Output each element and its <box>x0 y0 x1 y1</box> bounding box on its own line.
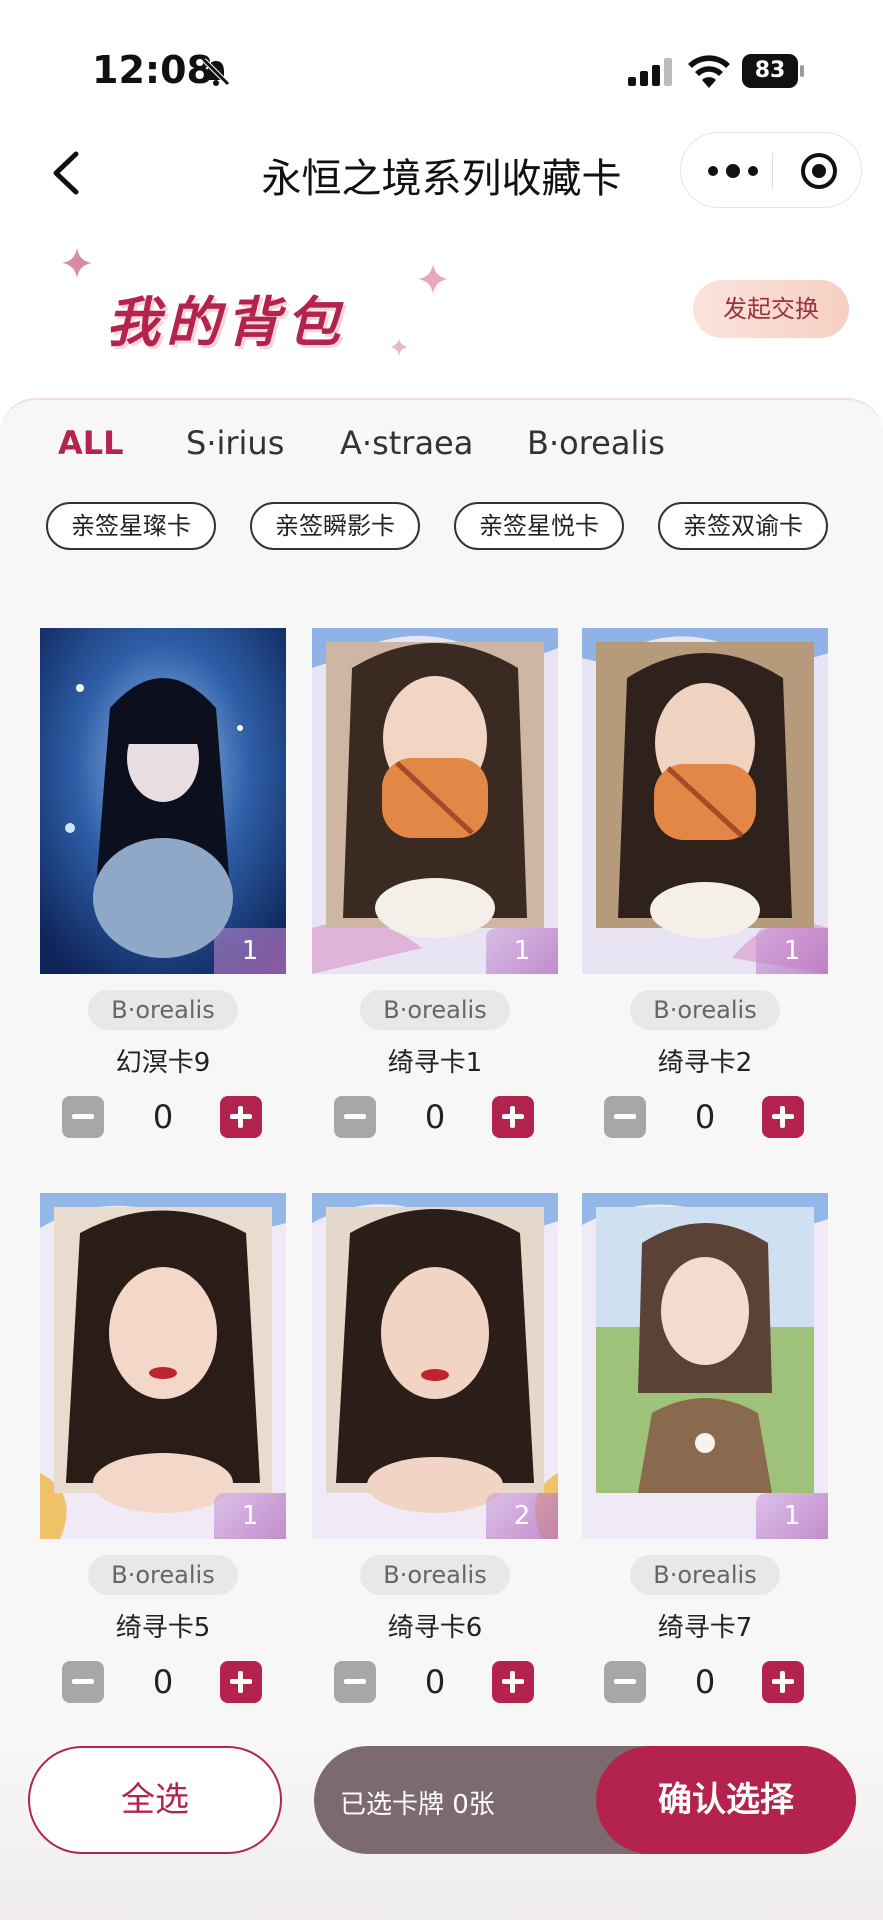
series-tag: B·orealis <box>360 990 510 1030</box>
card-name: 绮寻卡6 <box>387 1613 483 1643</box>
close-miniprogram-icon[interactable] <box>799 151 839 191</box>
card-name: 幻溟卡9 <box>115 1048 211 1078</box>
selected-quantity: 0 <box>152 1098 174 1136</box>
increase-button[interactable] <box>762 1661 804 1703</box>
confirm-selection-button[interactable]: 确认选择 <box>596 1746 856 1854</box>
sparkle-icon <box>62 248 92 278</box>
series-tag: B·orealis <box>88 1555 238 1595</box>
selected-quantity: 0 <box>152 1663 174 1701</box>
filter-chip[interactable]: 亲签瞬影卡 <box>250 502 420 550</box>
increase-button[interactable] <box>762 1096 804 1138</box>
card-name: 绮寻卡5 <box>115 1613 211 1643</box>
mini-program-capsule <box>680 132 862 208</box>
card-image: 1 <box>582 1193 828 1539</box>
card-image: 1 <box>312 628 558 974</box>
battery-icon: 83 <box>742 54 804 88</box>
series-tag: B·orealis <box>630 1555 780 1595</box>
more-options-icon[interactable] <box>705 159 761 183</box>
backpack-title: 我的背包 <box>106 291 346 354</box>
cellular-signal-icon <box>628 58 672 86</box>
sparkle-icon <box>418 264 448 294</box>
increase-button[interactable] <box>492 1661 534 1703</box>
decrease-button[interactable] <box>62 1661 104 1703</box>
increase-button[interactable] <box>492 1096 534 1138</box>
owned-count-badge: 2 <box>486 1493 558 1539</box>
select-all-button[interactable]: 全选 <box>28 1746 282 1854</box>
back-arrow-icon[interactable] <box>44 148 88 198</box>
card-name: 绮寻卡1 <box>387 1048 483 1078</box>
decrease-button[interactable] <box>604 1661 646 1703</box>
increase-button[interactable] <box>220 1096 262 1138</box>
filter-chip[interactable]: 亲签星璨卡 <box>46 502 216 550</box>
card-image: 2 <box>312 1193 558 1539</box>
series-tag: B·orealis <box>88 990 238 1030</box>
owned-count-badge: 1 <box>756 1493 828 1539</box>
battery-level: 83 <box>742 54 798 88</box>
filter-chip[interactable]: 亲签双谕卡 <box>658 502 828 550</box>
card-name: 绮寻卡7 <box>657 1613 753 1643</box>
card-image: 1 <box>40 628 286 974</box>
selected-count-text: 已选卡牌 0张 <box>340 1790 495 1820</box>
owned-count-badge: 1 <box>214 1493 286 1539</box>
decrease-button[interactable] <box>604 1096 646 1138</box>
decrease-button[interactable] <box>334 1096 376 1138</box>
page-title: 永恒之境系列收藏卡 <box>261 156 622 202</box>
bell-muted-icon <box>202 58 230 86</box>
card-name: 绮寻卡2 <box>657 1048 753 1078</box>
filter-chip[interactable]: 亲签星悦卡 <box>454 502 624 550</box>
wifi-icon <box>688 55 730 88</box>
selected-quantity: 0 <box>694 1663 716 1701</box>
card-image: 1 <box>40 1193 286 1539</box>
decrease-button[interactable] <box>62 1096 104 1138</box>
tab-borealis[interactable]: B·orealis <box>527 424 665 462</box>
sparkle-icon <box>390 338 408 356</box>
increase-button[interactable] <box>220 1661 262 1703</box>
tab-sirius[interactable]: S·irius <box>186 424 284 462</box>
start-exchange-button[interactable]: 发起交换 <box>693 280 849 338</box>
series-tag: B·orealis <box>360 1555 510 1595</box>
status-time: 12:08 <box>92 48 213 92</box>
tab-all[interactable]: ALL <box>58 424 124 462</box>
selected-quantity: 0 <box>424 1663 446 1701</box>
owned-count-badge: 1 <box>486 928 558 974</box>
owned-count-badge: 1 <box>756 928 828 974</box>
decrease-button[interactable] <box>334 1661 376 1703</box>
owned-count-badge: 1 <box>214 928 286 974</box>
tab-astraea[interactable]: A·straea <box>340 424 473 462</box>
card-image: 1 <box>582 628 828 974</box>
selected-quantity: 0 <box>694 1098 716 1136</box>
series-tag: B·orealis <box>630 990 780 1030</box>
status-bar: 12:08 83 <box>0 0 883 130</box>
selected-quantity: 0 <box>424 1098 446 1136</box>
